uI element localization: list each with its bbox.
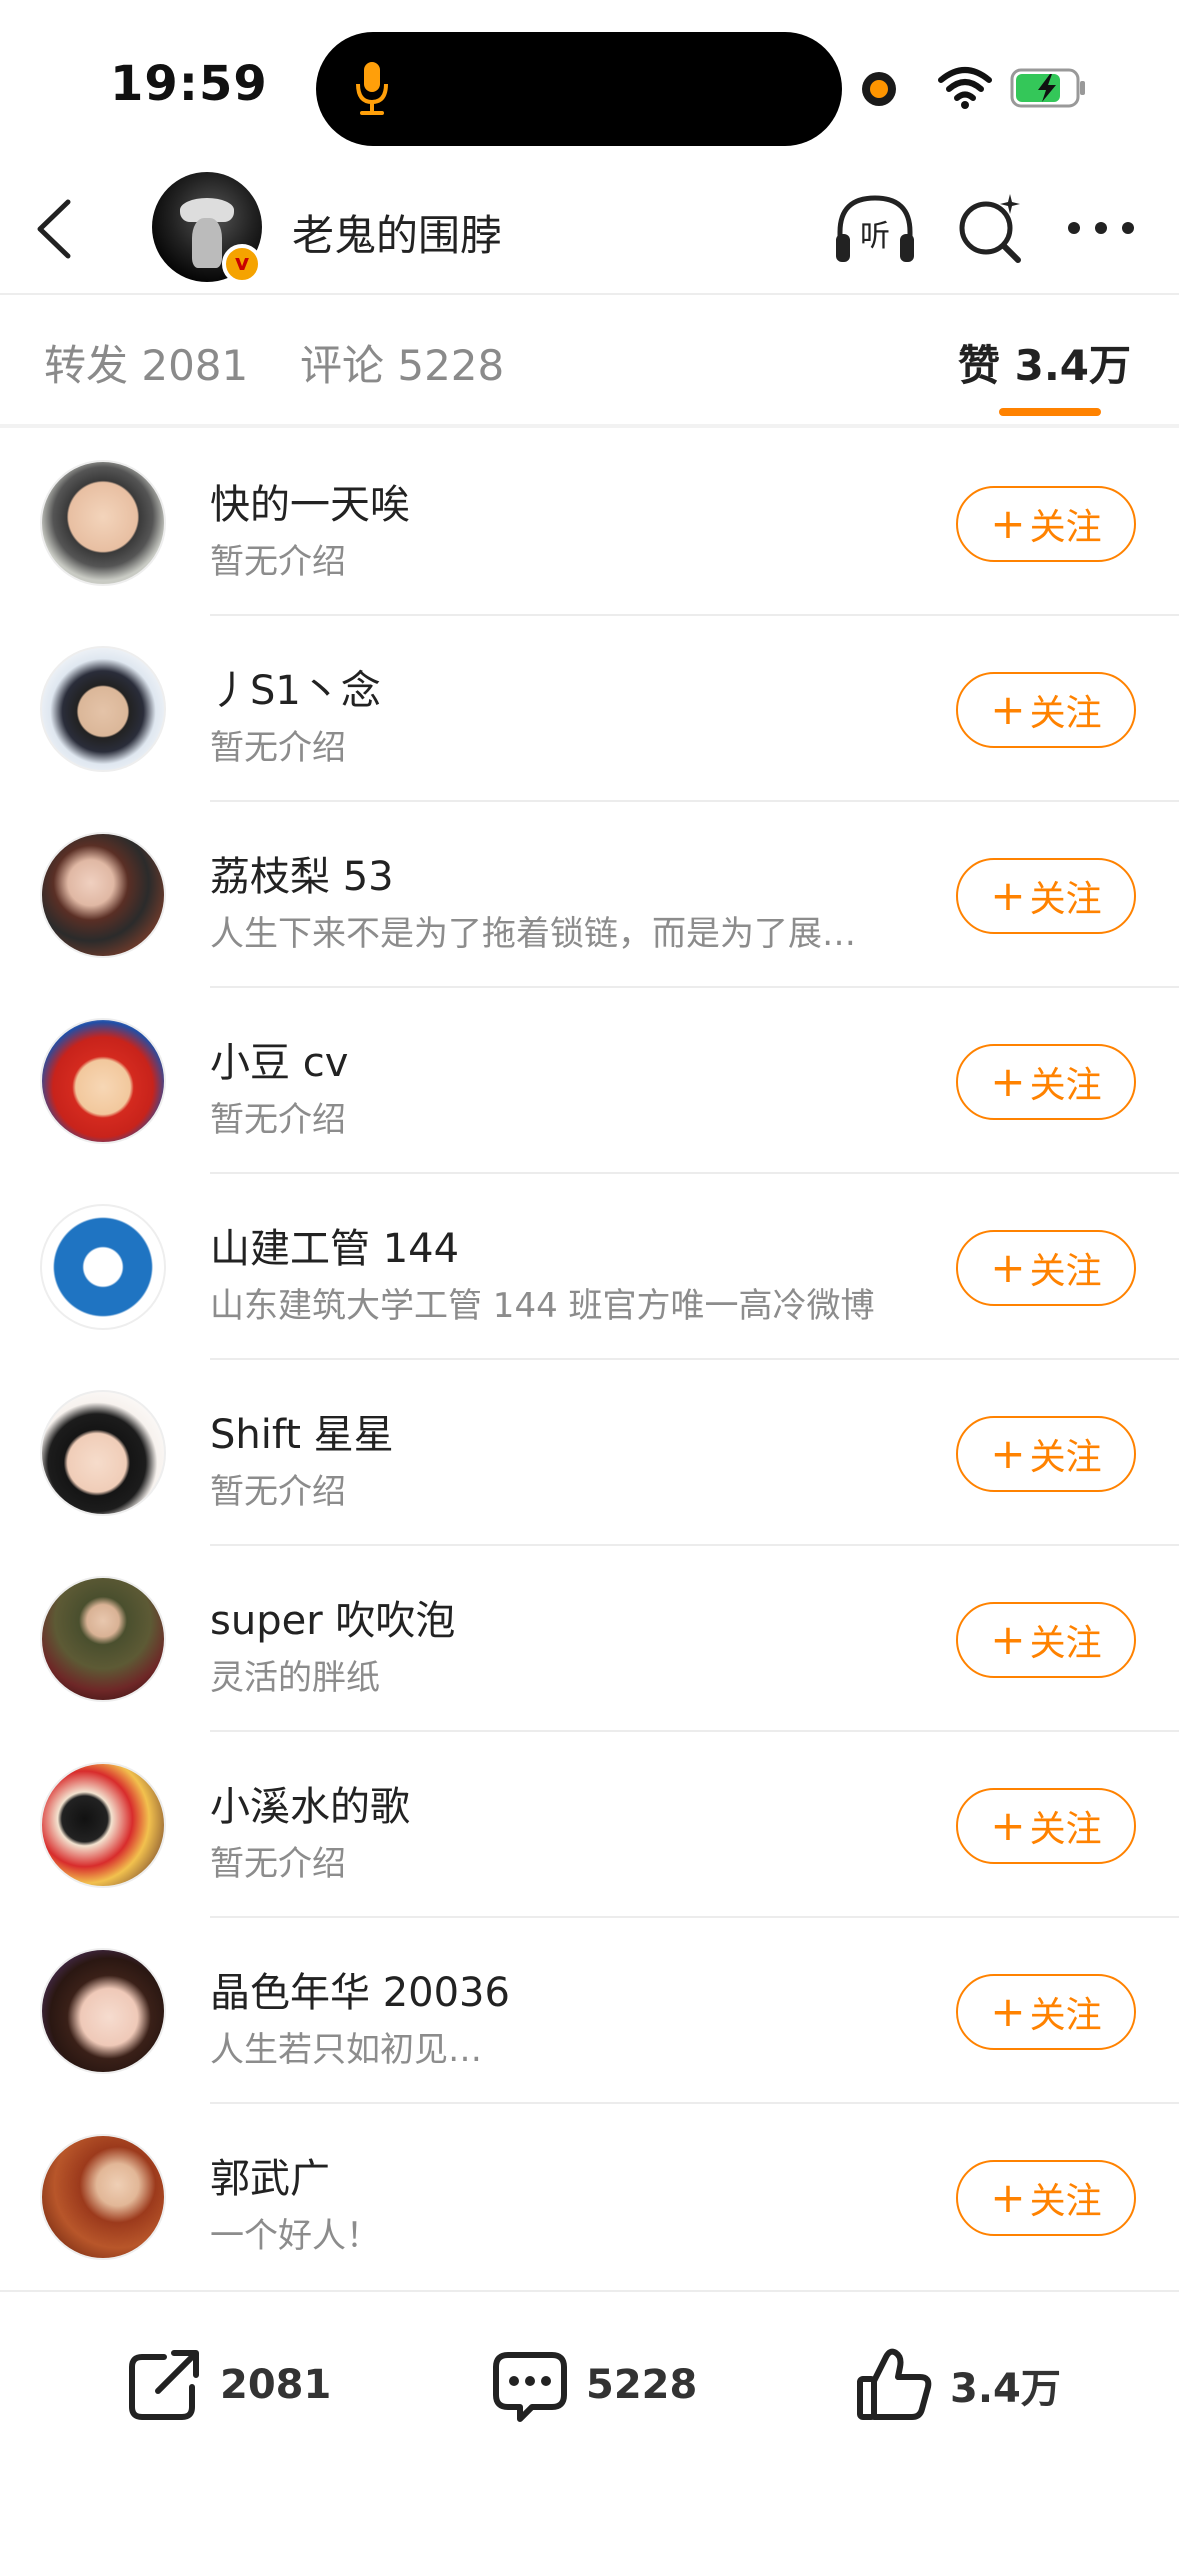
more-icon[interactable] xyxy=(1066,216,1136,240)
user-bio: 人生下来不是为了拖着锁链，而是为了展… xyxy=(210,914,856,954)
battery-icon xyxy=(1010,68,1085,108)
user-bio: 暂无介绍 xyxy=(210,542,346,582)
comment-button[interactable]: 5228 xyxy=(490,2340,697,2430)
follow-button[interactable]: + 关注 xyxy=(956,858,1136,934)
header-divider xyxy=(0,293,1179,295)
list-item[interactable]: 郭武广 一个好人！ + 关注 xyxy=(0,2104,1179,2290)
list-item[interactable]: Shift 星星 暂无介绍 + 关注 xyxy=(0,1360,1179,1546)
user-name[interactable]: Shift 星星 xyxy=(210,1402,394,1460)
comment-icon xyxy=(493,2352,567,2422)
avatar[interactable] xyxy=(40,1762,166,1888)
user-name[interactable]: 丿S1丶念 xyxy=(210,658,381,716)
user-name[interactable]: 小溪水的歌 xyxy=(210,1774,410,1832)
dynamic-island xyxy=(316,32,842,146)
user-name[interactable]: 快的一天唉 xyxy=(210,472,410,530)
svg-text:听: 听 xyxy=(860,219,890,254)
repost-icon xyxy=(129,2350,199,2420)
user-name[interactable]: super 吹吹泡 xyxy=(210,1588,455,1646)
repost-count: 2081 xyxy=(220,2362,332,2408)
list-item[interactable]: 丿S1丶念 暂无介绍 + 关注 xyxy=(0,616,1179,802)
avatar[interactable] xyxy=(40,1018,166,1144)
plus-icon: + xyxy=(990,1615,1026,1664)
plus-icon: + xyxy=(990,1243,1026,1292)
follow-button[interactable]: + 关注 xyxy=(956,1788,1136,1864)
follow-button[interactable]: + 关注 xyxy=(956,486,1136,562)
user-name[interactable]: 郭武广 xyxy=(210,2146,330,2204)
repost-button[interactable]: 2081 xyxy=(124,2340,331,2430)
status-bar: 19:59 xyxy=(0,0,1179,170)
avatar[interactable] xyxy=(40,832,166,958)
avatar[interactable] xyxy=(40,1576,166,1702)
like-icon xyxy=(857,2348,932,2420)
user-name[interactable]: 小豆 cv xyxy=(210,1030,348,1088)
user-bio: 一个好人！ xyxy=(210,2216,380,2256)
plus-icon: + xyxy=(990,1429,1026,1478)
plus-icon: + xyxy=(990,1801,1026,1850)
follow-button[interactable]: + 关注 xyxy=(956,1044,1136,1120)
plus-icon: + xyxy=(990,871,1026,920)
list-item[interactable]: 山建工管 144 山东建筑大学工管 144 班官方唯一高冷微博 + 关注 xyxy=(0,1174,1179,1360)
comment-count: 5228 xyxy=(586,2362,698,2408)
user-bio: 山东建筑大学工管 144 班官方唯一高冷微博 xyxy=(210,1286,875,1326)
user-bio: 灵活的胖纸 xyxy=(210,1658,380,1698)
listen-icon[interactable]: 听 xyxy=(832,190,918,270)
follow-button[interactable]: + 关注 xyxy=(956,1416,1136,1492)
list-item[interactable]: 小溪水的歌 暂无介绍 + 关注 xyxy=(0,1732,1179,1918)
tab-like[interactable]: 赞 3.4万 xyxy=(958,332,1131,393)
avatar[interactable] xyxy=(40,1204,166,1330)
follow-button[interactable]: + 关注 xyxy=(956,1974,1136,2050)
tabs-divider xyxy=(0,424,1179,428)
back-icon[interactable] xyxy=(30,194,80,264)
list-item[interactable]: 荔枝梨 53 人生下来不是为了拖着锁链，而是为了展… + 关注 xyxy=(0,802,1179,988)
list-item[interactable]: 小豆 cv 暂无介绍 + 关注 xyxy=(0,988,1179,1174)
bottom-action-bar: 2081 5228 3.4万 xyxy=(0,2290,1179,2556)
avatar[interactable] xyxy=(40,1948,166,2074)
avatar[interactable] xyxy=(40,2134,166,2260)
plus-icon: + xyxy=(990,2173,1026,2222)
verified-badge-icon: v xyxy=(222,244,262,284)
follow-button[interactable]: + 关注 xyxy=(956,1602,1136,1678)
tab-comment[interactable]: 评论 5228 xyxy=(300,332,504,393)
like-button[interactable]: 3.4万 xyxy=(854,2340,1061,2430)
avatar[interactable] xyxy=(40,460,166,586)
user-bio: 暂无介绍 xyxy=(210,1100,346,1140)
user-bio: 暂无介绍 xyxy=(210,728,346,768)
list-item[interactable]: super 吹吹泡 灵活的胖纸 + 关注 xyxy=(0,1546,1179,1732)
user-bio: 暂无介绍 xyxy=(210,1844,346,1884)
list-item[interactable]: 晶色年华 20036 人生若只如初见… + 关注 xyxy=(0,1918,1179,2104)
tab-bar: 转发 2081 评论 5228 赞 3.4万 xyxy=(0,296,1179,424)
plus-icon: + xyxy=(990,499,1026,548)
status-time: 19:59 xyxy=(110,56,268,112)
active-tab-indicator xyxy=(999,408,1101,416)
plus-icon: + xyxy=(990,1987,1026,2036)
search-icon[interactable] xyxy=(954,190,1026,268)
plus-icon: + xyxy=(990,685,1026,734)
nav-header: v 老鬼的围脖 听 xyxy=(0,170,1179,294)
avatar[interactable] xyxy=(40,1390,166,1516)
avatar[interactable] xyxy=(40,646,166,772)
user-bio: 人生若只如初见… xyxy=(210,2030,482,2070)
follow-button[interactable]: + 关注 xyxy=(956,2160,1136,2236)
list-item[interactable]: 快的一天唉 暂无介绍 + 关注 xyxy=(0,430,1179,616)
user-name[interactable]: 山建工管 144 xyxy=(210,1216,459,1274)
user-bio: 暂无介绍 xyxy=(210,1472,346,1512)
mic-icon xyxy=(356,62,388,115)
tab-repost[interactable]: 转发 2081 xyxy=(44,332,248,393)
user-name[interactable]: 晶色年华 20036 xyxy=(210,1960,510,2018)
wifi-icon xyxy=(938,67,992,109)
plus-icon: + xyxy=(990,1057,1026,1106)
like-user-list: 快的一天唉 暂无介绍 + 关注 丿S1丶念 暂无介绍 + 关注 荔枝梨 53 人生下… xyxy=(0,430,1179,2290)
recording-indicator xyxy=(862,72,896,106)
user-name[interactable]: 荔枝梨 53 xyxy=(210,844,394,902)
follow-button[interactable]: + 关注 xyxy=(956,1230,1136,1306)
follow-button[interactable]: + 关注 xyxy=(956,672,1136,748)
like-count: 3.4万 xyxy=(950,2366,1061,2412)
page-title[interactable]: 老鬼的围脖 xyxy=(292,202,502,263)
